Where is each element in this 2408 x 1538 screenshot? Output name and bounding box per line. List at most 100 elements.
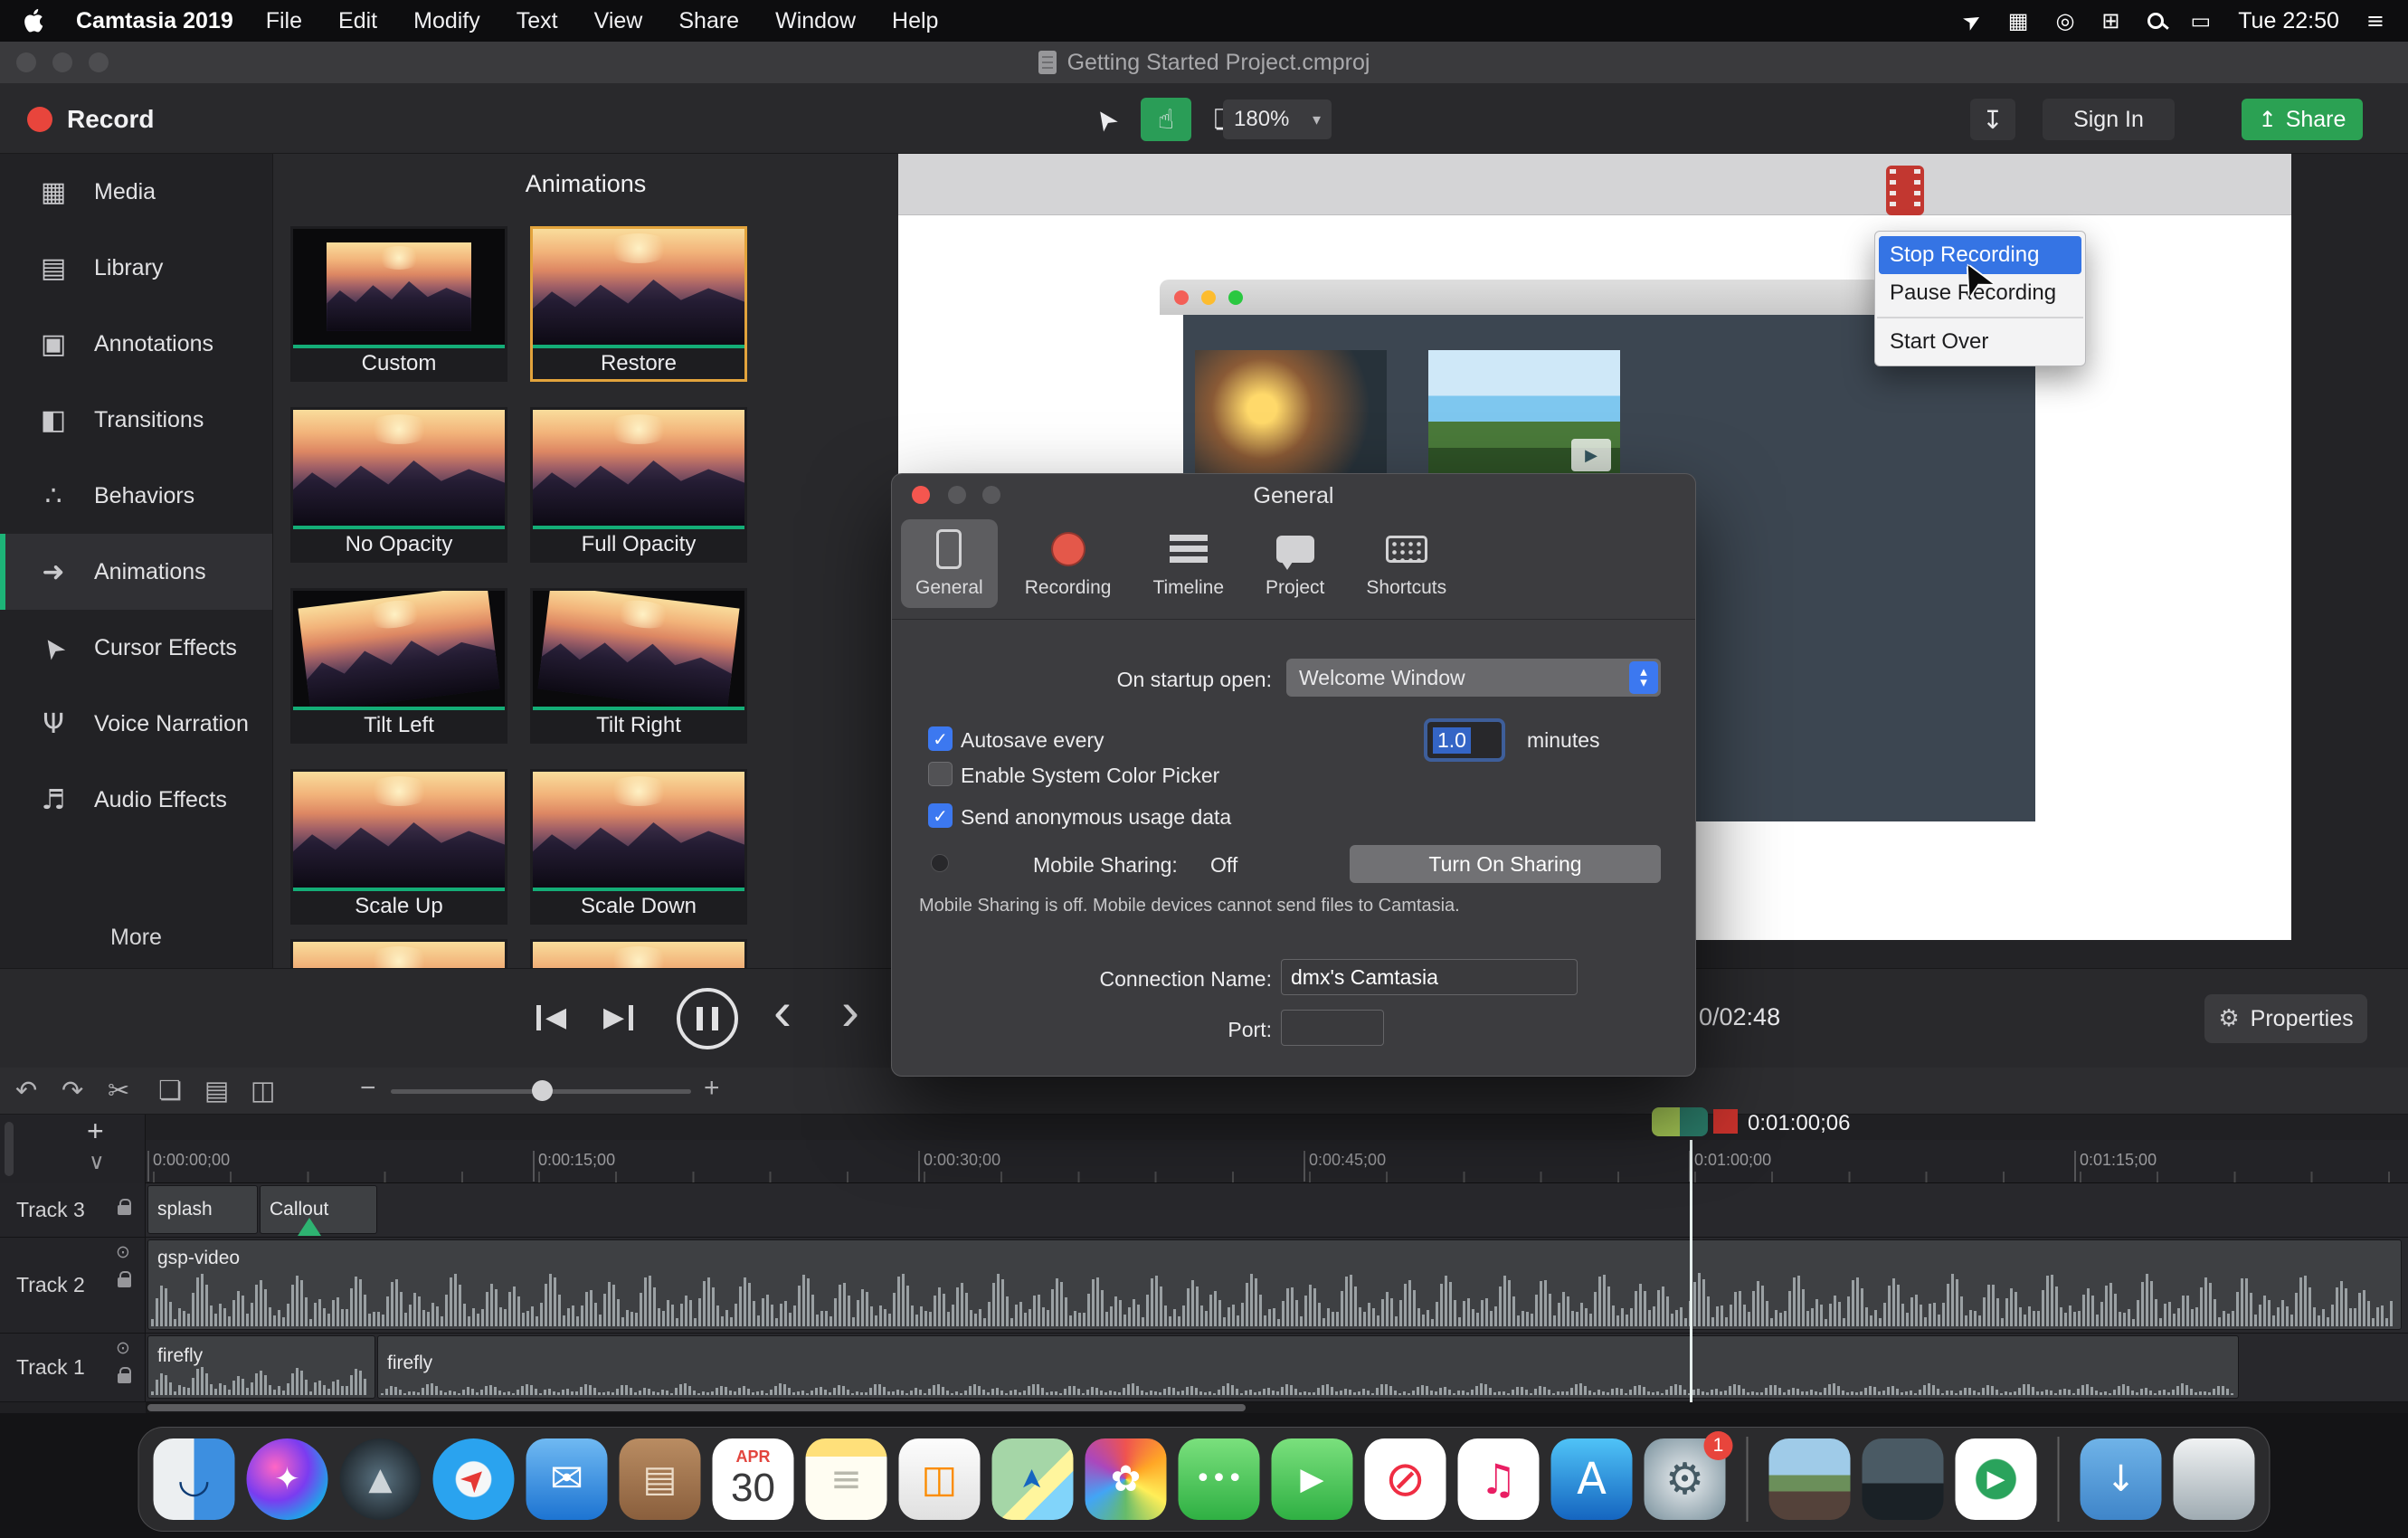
split-icon[interactable]: ◫ bbox=[251, 1075, 275, 1106]
sidebar-item-more[interactable]: More bbox=[0, 912, 272, 963]
close-button[interactable] bbox=[16, 52, 36, 72]
zoom-button[interactable] bbox=[89, 52, 109, 72]
playhead[interactable] bbox=[1690, 1140, 1692, 1402]
menu-share[interactable]: Share bbox=[678, 8, 739, 34]
dock-image-preview-2[interactable] bbox=[1863, 1438, 1944, 1520]
animation-thumb-restore[interactable]: Restore bbox=[530, 226, 747, 382]
playhead-in-handle[interactable] bbox=[1652, 1107, 1680, 1136]
previous-frame-button[interactable]: ◀ bbox=[536, 1002, 566, 1033]
animation-thumb-no-opacity[interactable]: No Opacity bbox=[290, 407, 507, 563]
dock-calendar[interactable]: APR30 bbox=[713, 1438, 794, 1520]
recording-toolbar-icon[interactable] bbox=[1886, 166, 1924, 215]
battery-icon[interactable]: ▭ bbox=[2191, 8, 2212, 33]
sidebar-item-transitions[interactable]: ◧Transitions bbox=[0, 382, 272, 458]
location-icon[interactable]: ➤ bbox=[1958, 5, 1986, 36]
zoom-slider-handle[interactable] bbox=[532, 1080, 553, 1101]
animation-thumb-custom[interactable]: Custom bbox=[290, 226, 507, 382]
dock-itunes[interactable]: ♫ bbox=[1458, 1438, 1540, 1520]
dock-news[interactable]: ⊘ bbox=[1365, 1438, 1446, 1520]
menu-window[interactable]: Window bbox=[775, 8, 856, 34]
dock-books[interactable]: ◫ bbox=[899, 1438, 981, 1520]
sign-in-button[interactable]: Sign In bbox=[2043, 99, 2175, 140]
dock-facetime[interactable]: ▶ bbox=[1272, 1438, 1353, 1520]
eye-icon[interactable]: ⊙ bbox=[116, 1242, 130, 1262]
turn-on-sharing-button[interactable]: Turn On Sharing bbox=[1350, 845, 1661, 883]
dock-finder[interactable]: ◡ bbox=[154, 1438, 235, 1520]
dock-contacts[interactable]: ▤ bbox=[620, 1438, 701, 1520]
clip-splash[interactable]: splash bbox=[147, 1185, 258, 1234]
dock-camtasia[interactable]: ▶ bbox=[1956, 1438, 2037, 1520]
menu-text[interactable]: Text bbox=[517, 8, 558, 34]
animation-thumb-partial[interactable] bbox=[290, 939, 507, 968]
lock-icon[interactable] bbox=[118, 1277, 131, 1287]
animation-thumb-tilt-left[interactable]: Tilt Left bbox=[290, 588, 507, 744]
usage-data-checkbox[interactable] bbox=[928, 803, 953, 828]
menubar-clock[interactable]: Tue 22:50 bbox=[2238, 8, 2339, 34]
clip-gsp-video[interactable]: gsp-video bbox=[147, 1239, 2402, 1330]
eye-icon[interactable]: ⊙ bbox=[116, 1338, 130, 1358]
recording-menu-item-start-over[interactable]: Start Over bbox=[1875, 323, 2085, 361]
zoom-in-button[interactable]: + bbox=[704, 1073, 720, 1104]
timeline-ruler[interactable]: 0:00:00;000:00:15;000:00:30;000:00:45;00… bbox=[146, 1140, 2408, 1183]
animation-thumb-tilt-right[interactable]: Tilt Right bbox=[530, 588, 747, 744]
startup-select[interactable]: Welcome Window ▴▾ bbox=[1286, 659, 1661, 697]
horizontal-scrollbar[interactable] bbox=[146, 1402, 2408, 1413]
lock-icon[interactable] bbox=[118, 1205, 131, 1215]
vertical-scrollbar[interactable] bbox=[5, 1122, 14, 1176]
port-input[interactable] bbox=[1281, 1010, 1384, 1046]
animation-thumb-scale-down[interactable]: Scale Down bbox=[530, 769, 747, 925]
dock-image-preview-1[interactable] bbox=[1769, 1438, 1851, 1520]
dock-trash[interactable] bbox=[2174, 1438, 2255, 1520]
share-button[interactable]: ↥ Share bbox=[2242, 99, 2363, 140]
menu-file[interactable]: File bbox=[266, 8, 302, 34]
sidebar-item-behaviors[interactable]: ∴Behaviors bbox=[0, 458, 272, 534]
mirroring-icon[interactable]: ▦ bbox=[2008, 8, 2029, 33]
pan-tool[interactable]: ☝ bbox=[1141, 98, 1191, 141]
copy-icon[interactable]: ❏ bbox=[158, 1075, 182, 1106]
dock-messages[interactable]: ••• bbox=[1179, 1438, 1260, 1520]
animation-thumb-full-opacity[interactable]: Full Opacity bbox=[530, 407, 747, 563]
zoom-out-button[interactable]: − bbox=[360, 1073, 376, 1104]
redo-icon[interactable]: ↷ bbox=[62, 1075, 83, 1106]
next-frame-button[interactable]: ▶ bbox=[603, 1002, 633, 1033]
cut-icon[interactable]: ✂ bbox=[108, 1075, 129, 1106]
tab-general[interactable]: General bbox=[901, 519, 998, 608]
dock-maps[interactable]: ➤ bbox=[992, 1438, 1074, 1520]
display-icon[interactable]: ⊞ bbox=[2101, 8, 2119, 33]
tab-timeline[interactable]: Timeline bbox=[1138, 519, 1238, 608]
dock-downloads-folder[interactable]: ↓ bbox=[2081, 1438, 2162, 1520]
tab-recording[interactable]: Recording bbox=[1010, 519, 1126, 608]
tab-shortcuts[interactable]: Shortcuts bbox=[1351, 519, 1461, 608]
dock-safari[interactable]: ➤ bbox=[433, 1438, 515, 1520]
dock-mail[interactable]: ✉ bbox=[526, 1438, 608, 1520]
dock-siri[interactable]: ✦ bbox=[247, 1438, 328, 1520]
step-forward-button[interactable]: › bbox=[841, 982, 859, 1041]
app-menu-title[interactable]: Camtasia 2019 bbox=[76, 8, 233, 34]
canvas-zoom-select[interactable]: 180% ▾ bbox=[1223, 100, 1332, 139]
dock-notes[interactable]: ≡ bbox=[806, 1438, 887, 1520]
menu-help[interactable]: Help bbox=[892, 8, 938, 34]
sidebar-item-voice-narration[interactable]: ΨVoice Narration bbox=[0, 686, 272, 762]
step-back-button[interactable]: ‹ bbox=[773, 982, 792, 1041]
undo-icon[interactable]: ↶ bbox=[15, 1075, 37, 1106]
record-button[interactable]: Record bbox=[27, 84, 154, 154]
add-track-button[interactable]: + bbox=[87, 1115, 104, 1148]
sidebar-item-audio-effects[interactable]: ♬Audio Effects bbox=[0, 762, 272, 838]
clip-firefly-1[interactable]: firefly bbox=[147, 1335, 375, 1399]
minimize-button[interactable] bbox=[52, 52, 72, 72]
color-picker-checkbox[interactable] bbox=[928, 762, 953, 786]
select-tool[interactable]: ➤ bbox=[1081, 98, 1132, 141]
autosave-checkbox[interactable] bbox=[928, 726, 953, 751]
connection-name-input[interactable]: dmx's Camtasia bbox=[1281, 959, 1578, 995]
playhead-out-handle[interactable] bbox=[1680, 1107, 1708, 1136]
menu-view[interactable]: View bbox=[594, 8, 643, 34]
tab-project[interactable]: Project bbox=[1251, 519, 1339, 608]
sidebar-item-annotations[interactable]: ▣Annotations bbox=[0, 306, 272, 382]
sidebar-item-cursor-effects[interactable]: ➤Cursor Effects bbox=[0, 610, 272, 686]
clip-firefly-2[interactable]: firefly bbox=[377, 1335, 2239, 1399]
animation-thumb-scale-up[interactable]: Scale Up bbox=[290, 769, 507, 925]
track-height-toggle[interactable]: ∨ bbox=[89, 1149, 105, 1175]
autosave-input[interactable]: 1.0 bbox=[1427, 722, 1502, 758]
apple-menu-icon[interactable] bbox=[24, 9, 43, 33]
playhead-marker-icon[interactable] bbox=[1713, 1109, 1738, 1134]
